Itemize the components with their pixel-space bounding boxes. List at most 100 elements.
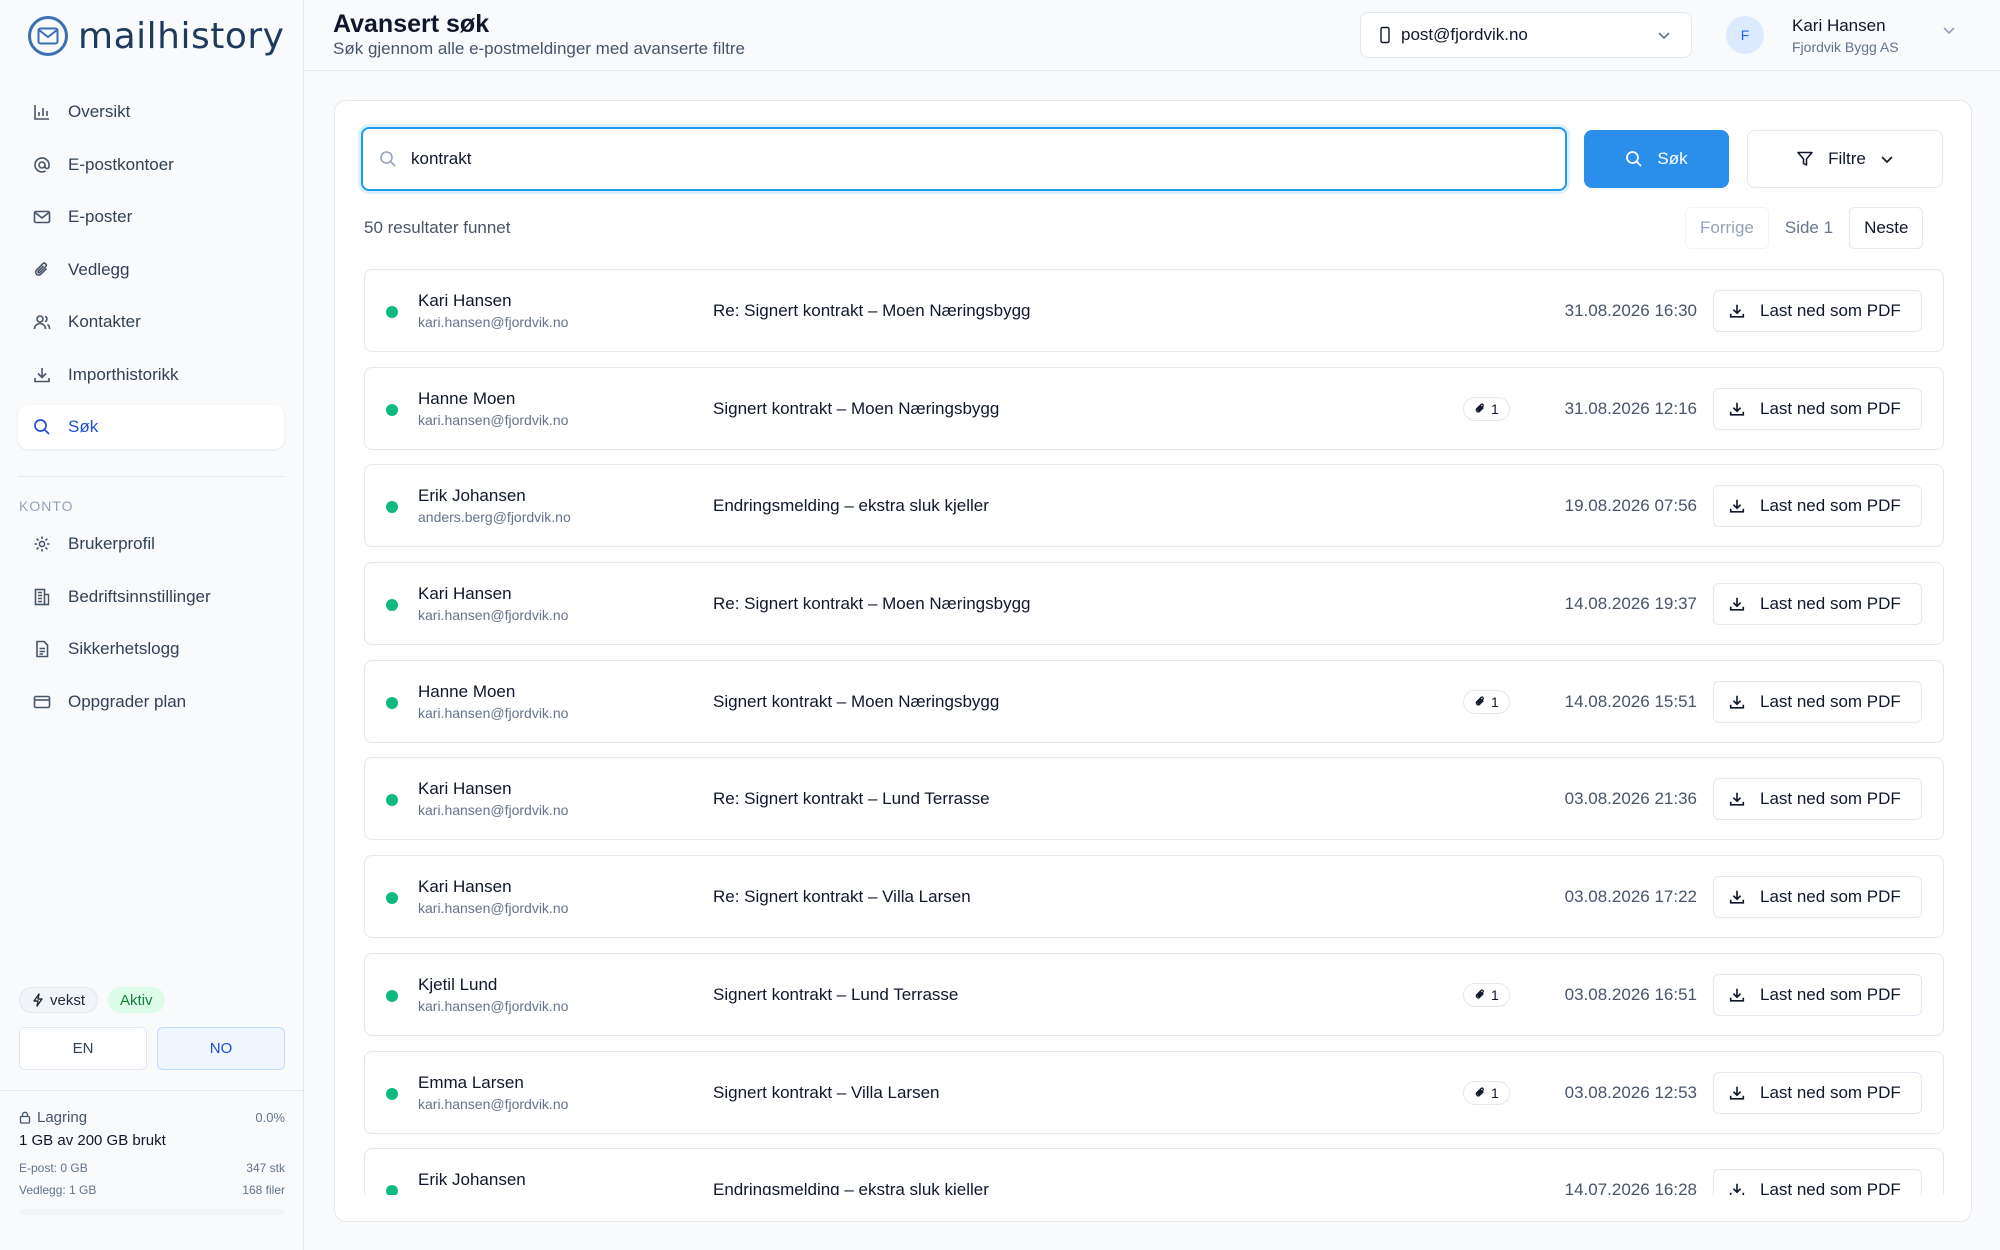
search-button-label: Søk — [1657, 149, 1688, 168]
download-pdf-label: Last ned som PDF — [1760, 691, 1901, 711]
email-date: 19.08.2026 07:56 — [1564, 496, 1697, 516]
result-row[interactable]: Kari Hansen kari.hansen@fjordvik.no Re: Si… — [364, 269, 1944, 352]
email-subject[interactable]: Endringsmelding – ekstra sluk kjeller — [713, 1180, 989, 1195]
download-pdf-label: Last ned som PDF — [1760, 984, 1901, 1004]
filter-button[interactable]: Filtre — [1747, 130, 1943, 188]
credit-card-icon — [32, 692, 52, 712]
sidebar-item-brukerprofil[interactable]: Brukerprofil — [18, 522, 284, 566]
sidebar-item-vedlegg[interactable]: Vedlegg — [18, 248, 284, 292]
download-icon — [1729, 695, 1745, 709]
attachment-count: 1 — [1491, 400, 1499, 417]
result-row[interactable]: Kari Hansen kari.hansen@fjordvik.no Re: Si… — [364, 855, 1944, 939]
download-pdf-button[interactable]: Last ned som PDF — [1713, 583, 1922, 626]
download-pdf-label: Last ned som PDF — [1760, 398, 1901, 418]
download-pdf-label: Last ned som PDF — [1760, 1180, 1901, 1195]
email-subject[interactable]: Re: Signert kontrakt – Villa Larsen — [713, 887, 971, 907]
sender-email: kari.hansen@fjordvik.no — [418, 802, 569, 819]
language-en-button[interactable]: EN — [19, 1027, 147, 1070]
email-subject[interactable]: Re: Signert kontrakt – Moen Næringsbygg — [713, 301, 1031, 321]
sender-email: kari.hansen@fjordvik.no — [418, 1095, 569, 1112]
download-pdf-button[interactable]: Last ned som PDF — [1713, 680, 1922, 723]
email-subject[interactable]: Endringsmelding – ekstra sluk kjeller — [713, 496, 989, 516]
attachment-count: 1 — [1491, 693, 1499, 710]
search-box[interactable] — [361, 127, 1567, 191]
download-pdf-button[interactable]: Last ned som PDF — [1713, 973, 1922, 1016]
language-no-button[interactable]: NO — [157, 1027, 285, 1070]
download-pdf-button[interactable]: Last ned som PDF — [1713, 387, 1922, 430]
paperclip-icon — [1475, 1087, 1484, 1097]
result-row[interactable]: Emma Larsen kari.hansen@fjordvik.no Signer… — [364, 1050, 1944, 1134]
storage-attachments-count: 168 filer — [242, 1183, 285, 1197]
user-menu-chevron-icon[interactable] — [1942, 26, 1956, 35]
storage-panel: Lagring 0.0% 1 GB av 200 GB brukt E-post… — [0, 1090, 304, 1215]
email-date: 14.07.2026 16:28 — [1564, 1180, 1697, 1195]
sender-name: Kjetil Lund — [418, 974, 498, 994]
sender-name: Hanne Moen — [418, 388, 516, 408]
email-subject[interactable]: Re: Signert kontrakt – Lund Terrasse — [713, 789, 990, 809]
sender-name: Kari Hansen — [418, 584, 512, 604]
result-row[interactable]: Kari Hansen kari.hansen@fjordvik.no Re: Si… — [364, 757, 1944, 841]
download-pdf-button[interactable]: Last ned som PDF — [1713, 778, 1922, 821]
page-title: Avansert søk — [333, 10, 490, 38]
sidebar-item-e-postkontoer[interactable]: E-postkontoer — [18, 143, 284, 187]
page-subtitle: Søk gjennom alle e-postmeldinger med ava… — [333, 39, 745, 58]
email-subject[interactable]: Signert kontrakt – Moen Næringsbygg — [713, 399, 999, 419]
account-select[interactable]: post@fjordvik.no — [1360, 12, 1692, 58]
plan-badge: vekst — [19, 987, 99, 1013]
prev-page-button[interactable]: Forrige — [1685, 207, 1769, 249]
result-row[interactable]: Kjetil Lund kari.hansen@fjordvik.no Signer… — [364, 952, 1944, 1036]
email-date: 03.08.2026 16:51 — [1564, 984, 1697, 1004]
sidebar-item-søk[interactable]: Søk — [18, 405, 284, 449]
result-row[interactable]: Erik Johansen Endringsmelding – ekstra sl… — [364, 1148, 1944, 1195]
sidebar-item-sikkerhetslogg[interactable]: Sikkerhetslogg — [18, 627, 284, 671]
email-date: 31.08.2026 16:30 — [1564, 301, 1697, 320]
search-input[interactable] — [411, 149, 1511, 169]
brand-logo[interactable]: mailhistory — [28, 14, 284, 58]
download-pdf-button[interactable]: Last ned som PDF — [1713, 1071, 1922, 1114]
status-dot — [386, 989, 398, 1002]
search-button[interactable]: Søk — [1584, 130, 1729, 188]
attachment-badge: 1 — [1463, 396, 1510, 421]
sender-email: anders.berg@fjordvik.no — [418, 509, 571, 526]
sidebar-item-label: Oppgrader plan — [68, 691, 187, 711]
download-icon — [1729, 1086, 1745, 1100]
sidebar-item-bedriftsinnstillinger[interactable]: Bedriftsinnstillinger — [18, 575, 284, 619]
download-icon — [1729, 597, 1745, 611]
status-dot — [386, 892, 398, 905]
download-icon — [1729, 1183, 1745, 1195]
download-pdf-button[interactable]: Last ned som PDF — [1713, 876, 1922, 919]
download-pdf-button[interactable]: Last ned som PDF — [1713, 1169, 1922, 1195]
next-page-button[interactable]: Neste — [1849, 207, 1924, 249]
result-row[interactable]: Hanne Moen kari.hansen@fjordvik.no Signert… — [364, 366, 1944, 450]
sidebar-item-e-poster[interactable]: E-poster — [18, 195, 284, 239]
email-subject[interactable]: Re: Signert kontrakt – Moen Næringsbygg — [713, 594, 1031, 614]
download-pdf-label: Last ned som PDF — [1760, 1082, 1901, 1102]
search-icon — [1626, 151, 1643, 167]
email-subject[interactable]: Signert kontrakt – Villa Larsen — [713, 1083, 939, 1103]
storage-email-count: 347 stk — [246, 1161, 285, 1175]
result-row[interactable]: Hanne Moen kari.hansen@fjordvik.no Signert… — [364, 659, 1944, 743]
sidebar-item-label: E-poster — [68, 207, 133, 226]
sidebar-item-kontakter[interactable]: Kontakter — [18, 300, 284, 344]
download-pdf-button[interactable]: Last ned som PDF — [1713, 290, 1922, 332]
email-subject[interactable]: Signert kontrakt – Moen Næringsbygg — [713, 692, 999, 712]
nav-divider — [18, 476, 284, 477]
sidebar-item-label: Kontakter — [68, 312, 141, 331]
user-name[interactable]: Kari Hansen — [1792, 16, 1886, 36]
sidebar-item-oversikt[interactable]: Oversikt — [18, 90, 284, 134]
sender-name: Kari Hansen — [418, 877, 512, 897]
sidebar-item-oppgrader-plan[interactable]: Oppgrader plan — [18, 680, 284, 724]
search-icon — [380, 151, 396, 167]
results-count: 50 resultater funnet — [364, 218, 511, 237]
result-row[interactable]: Erik Johansen anders.berg@fjordvik.no Endr… — [364, 464, 1944, 548]
download-icon — [1729, 304, 1745, 318]
sidebar-item-importhistorikk[interactable]: Importhistorikk — [18, 353, 284, 397]
avatar[interactable]: F — [1726, 16, 1764, 54]
email-subject[interactable]: Signert kontrakt – Lund Terrasse — [713, 985, 958, 1005]
download-pdf-button[interactable]: Last ned som PDF — [1713, 485, 1922, 528]
result-row[interactable]: Kari Hansen kari.hansen@fjordvik.no Re: Si… — [364, 562, 1944, 646]
phone-icon — [1380, 26, 1390, 44]
storage-used: 1 GB av 200 GB brukt — [19, 1132, 166, 1149]
sender-name: Emma Larsen — [418, 1072, 524, 1092]
sender-email: kari.hansen@fjordvik.no — [418, 997, 569, 1014]
